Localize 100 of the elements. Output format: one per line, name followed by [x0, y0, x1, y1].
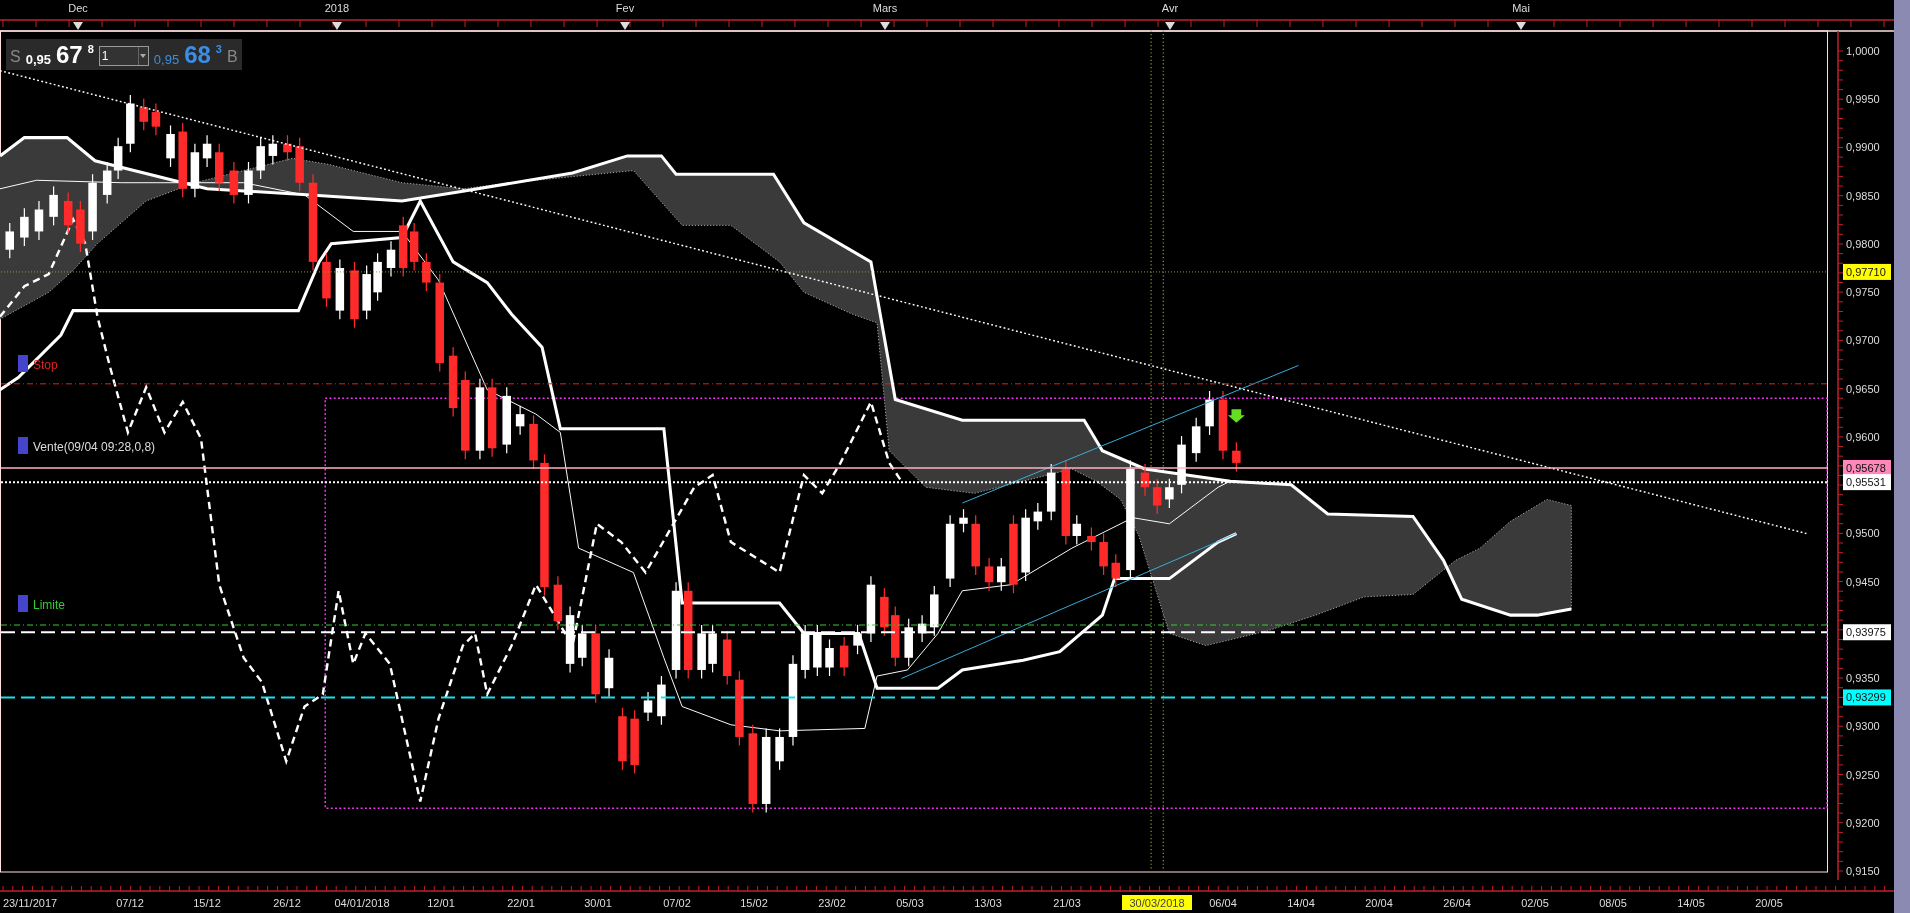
candlestick [295, 137, 304, 192]
candlestick [1232, 441, 1241, 472]
month-label: Avr [1161, 2, 1179, 14]
candlestick [866, 575, 876, 643]
date-label: 26/04 [1443, 897, 1471, 909]
candlestick [515, 405, 525, 436]
date-label: 04/01/2018 [334, 897, 390, 909]
candlestick [1087, 526, 1096, 552]
marker-triangle-icon[interactable] [880, 22, 890, 30]
date-label: 26/12 [273, 897, 301, 909]
price-label: 0,9500 [1846, 527, 1880, 540]
candlestick [971, 514, 980, 576]
candlestick [800, 624, 810, 680]
quantity-dropdown[interactable]: 1 [98, 46, 149, 66]
month-label: 2018 [324, 2, 350, 14]
candlestick [20, 207, 29, 247]
candlestick [190, 143, 200, 198]
candlestick [1099, 532, 1108, 576]
marker-triangle-icon[interactable] [332, 22, 342, 30]
candlestick [618, 707, 627, 771]
channel-line[interactable] [961, 364, 1299, 504]
candlestick [373, 252, 382, 302]
marker-triangle-icon[interactable] [1516, 22, 1526, 30]
candlestick [1111, 553, 1121, 588]
price-label: 0,9150 [1846, 865, 1880, 877]
order-label: Stop [33, 358, 58, 372]
candlestick [722, 630, 732, 686]
candlestick [350, 261, 359, 329]
candlestick [880, 587, 889, 637]
price-marker: 0,97710 [1843, 263, 1891, 280]
date-label: 20/05 [1755, 897, 1783, 909]
price-line[interactable] [0, 696, 1828, 699]
trend-line[interactable] [0, 69, 1808, 535]
candlestick [813, 624, 822, 677]
candlestick [215, 143, 224, 192]
order-handle-icon[interactable] [18, 595, 28, 612]
date-label: 02/05 [1521, 897, 1549, 909]
price-marker: 0,93299 [1843, 689, 1891, 706]
candlestick [930, 585, 939, 637]
candlestick [1165, 478, 1174, 509]
candlestick [553, 575, 563, 631]
order-handle-icon[interactable] [18, 355, 28, 372]
channel-line[interactable] [900, 533, 1237, 679]
candlestick [166, 124, 175, 168]
price-label: 1,0000 [1846, 45, 1880, 57]
sell-price-prefix: 0,95 [25, 53, 51, 66]
candlestick [1033, 502, 1043, 531]
date-label: 06/04 [1209, 897, 1237, 909]
stop-line[interactable] [0, 383, 1828, 385]
price-label: 0,9950 [1846, 93, 1880, 106]
date-label: 07/12 [116, 897, 144, 909]
candlestick [657, 675, 666, 726]
buy-price-prefix: 0,95 [153, 53, 180, 66]
date-label: 14/04 [1287, 897, 1315, 909]
date-label: 20/04 [1365, 897, 1393, 909]
candlestick [1152, 478, 1162, 515]
candlestick [63, 191, 73, 235]
candlestick [630, 709, 639, 775]
caret-icon[interactable] [137, 47, 148, 65]
candlestick [362, 264, 371, 320]
candlestick [409, 222, 419, 272]
sell-price-superscript: 8 [87, 44, 94, 55]
date-label: 22/01 [507, 897, 535, 909]
candlestick [997, 557, 1006, 592]
buy-price: 68 [184, 43, 211, 67]
price-marker: 0,95531 [1843, 474, 1891, 491]
price-line[interactable] [0, 271, 1828, 273]
candlestick [422, 252, 431, 292]
date-label: 07/02 [663, 897, 691, 909]
date-label: 05/03 [896, 897, 924, 909]
candlestick [5, 222, 14, 259]
date-label: 30/03/2018 [1122, 895, 1192, 910]
marker-triangle-icon[interactable] [1165, 22, 1175, 30]
marker-triangle-icon[interactable] [620, 22, 630, 30]
candlestick [917, 614, 927, 643]
candlestick [959, 508, 968, 533]
candlestick [839, 636, 849, 677]
date-label: 13/03 [974, 897, 1002, 909]
buy-label: B [226, 49, 238, 65]
candlestick [139, 98, 148, 131]
price-label: 0,9350 [1846, 672, 1880, 685]
date-label: 15/02 [740, 897, 768, 909]
candlestick [256, 137, 265, 180]
candlestick [229, 161, 239, 205]
candlestick [283, 134, 292, 162]
price-label: 0,9300 [1846, 720, 1880, 733]
marker-triangle-icon[interactable] [73, 22, 83, 30]
candlestick [1205, 390, 1214, 436]
price-marker: 0,95678 [1843, 459, 1891, 476]
candlestick [565, 606, 575, 673]
candlestick [1191, 417, 1201, 463]
price-label: 0,9200 [1846, 816, 1880, 829]
price-label: 0,9450 [1846, 575, 1880, 588]
date-label: 23/11/2017 [2, 897, 58, 909]
candlestick [102, 161, 112, 205]
limit-line[interactable] [0, 624, 1828, 626]
price-label: 0,9850 [1846, 189, 1880, 202]
order-handle-icon[interactable] [18, 437, 28, 454]
candlestick [244, 161, 253, 205]
price-label: 0,9700 [1846, 334, 1880, 347]
